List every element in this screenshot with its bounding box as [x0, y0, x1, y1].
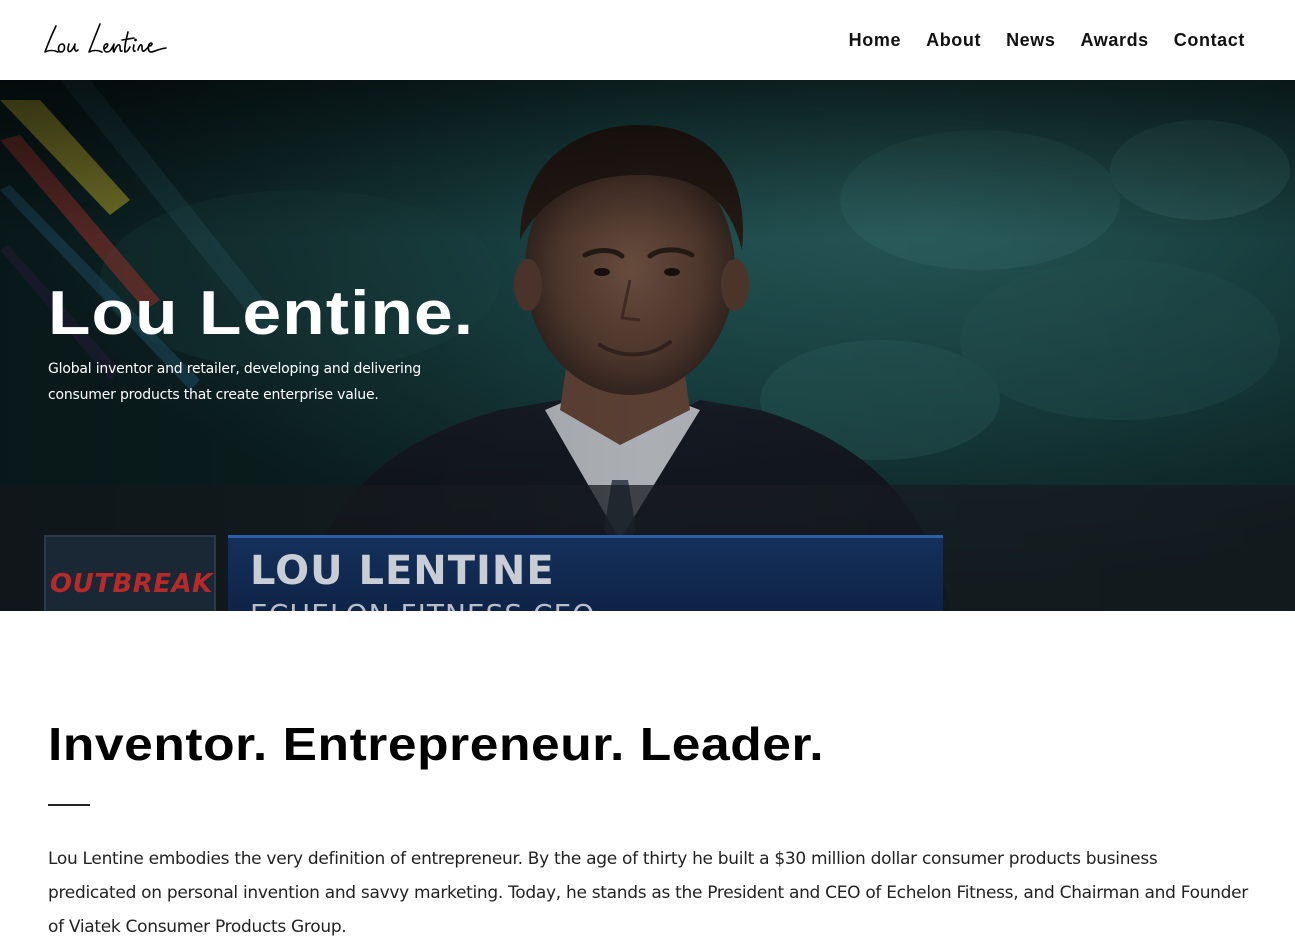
site-logo[interactable] [42, 16, 170, 60]
nav-home[interactable]: Home [849, 29, 901, 51]
tv-outbreak-graphic: OUTBREAK [44, 535, 216, 611]
lower-third-name: LOU LENTINE [250, 548, 555, 594]
site-header: Home About News Awards Contact [0, 0, 1295, 80]
outbreak-label: OUTBREAK [50, 569, 213, 599]
about-body-text: Lou Lentine embodies the very definition… [48, 849, 1248, 937]
nav-contact[interactable]: Contact [1174, 29, 1245, 51]
tv-lower-third: LOU LENTINE ECHELON FITNESS CEO [228, 535, 943, 611]
hero-subtitle: Global inventor and retailer, developing… [48, 361, 422, 403]
nav-awards[interactable]: Awards [1081, 29, 1149, 51]
about-heading: Inventor. Entrepreneur. Leader. [48, 718, 825, 770]
lower-third-role: ECHELON FITNESS CEO [250, 598, 595, 611]
heading-divider [48, 804, 90, 806]
signature-logo-icon [44, 23, 167, 53]
nav-about[interactable]: About [926, 29, 981, 51]
main-nav: Home About News Awards Contact [849, 29, 1245, 51]
hero-banner: OUTBREAK LOU LENTINE ECHELON FITNESS CEO… [0, 80, 1295, 611]
hero-title: Lou Lentine. [48, 279, 475, 348]
nav-news[interactable]: News [1006, 29, 1055, 51]
